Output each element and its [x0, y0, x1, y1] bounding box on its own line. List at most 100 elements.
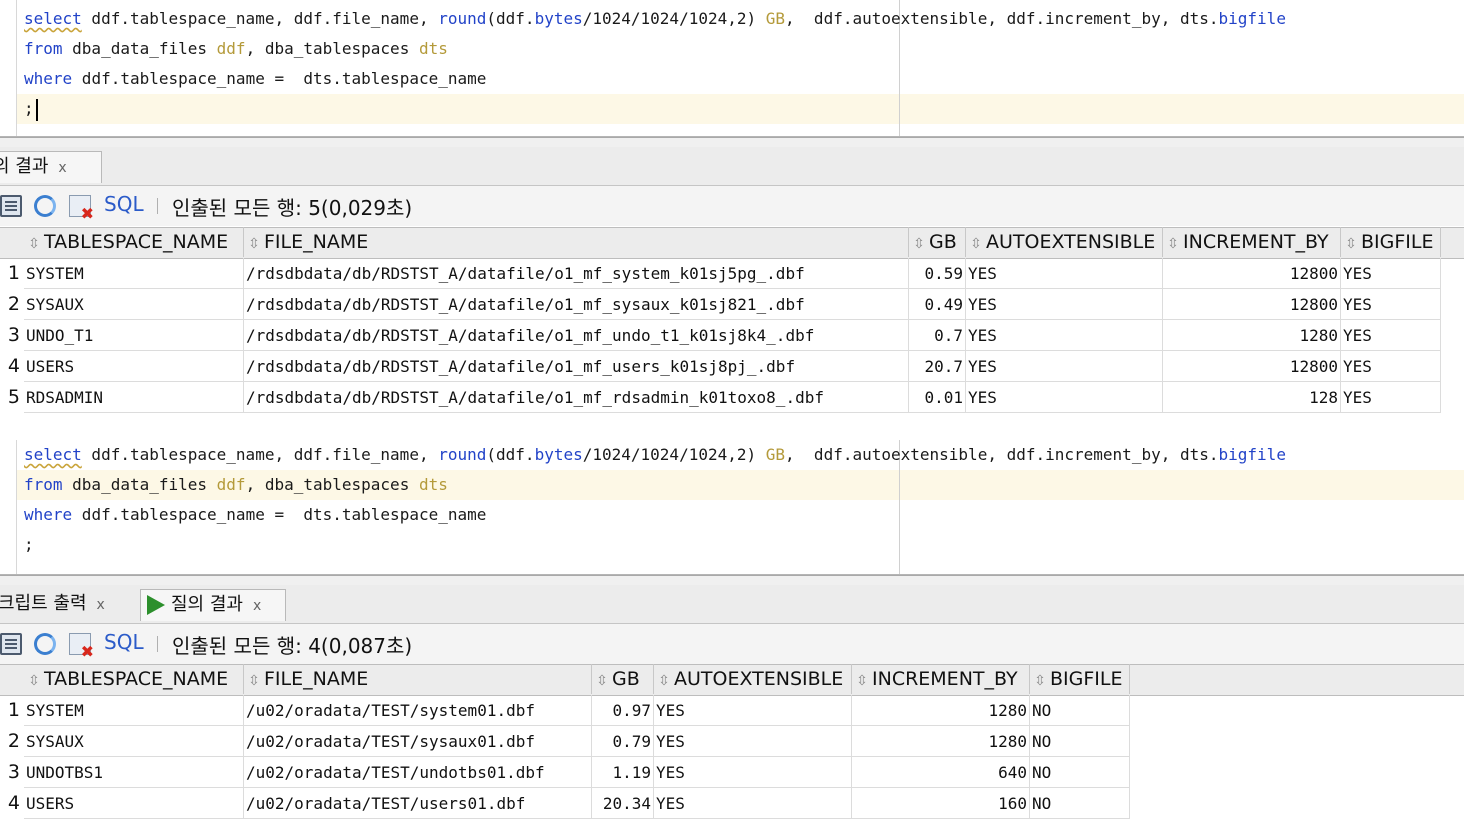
- refresh-icon[interactable]: [34, 195, 56, 217]
- text-caret: [35, 98, 38, 121]
- column-header-autoextensible[interactable]: ⇳ AUTOEXTENSIBLE: [966, 227, 1163, 257]
- cell-autoextensible[interactable]: YES: [966, 289, 1163, 320]
- cell-tablespace-name[interactable]: UNDO_T1: [24, 320, 244, 351]
- sort-icon[interactable]: ⇳: [1030, 666, 1050, 694]
- cell-bigfile[interactable]: YES: [1341, 382, 1441, 413]
- column-header-bigfile[interactable]: ⇳ BIGFILE: [1030, 664, 1130, 694]
- column-header-label: TABLESPACE_NAME: [44, 668, 229, 690]
- cell-bigfile[interactable]: YES: [1341, 320, 1441, 351]
- cell-file-name[interactable]: /rdsdbdata/db/RDSTST_A/datafile/o1_mf_un…: [244, 320, 909, 351]
- column-header-tablespace-name[interactable]: ⇳ TABLESPACE_NAME: [24, 227, 244, 257]
- cell-tablespace-name[interactable]: UNDOTBS1: [24, 757, 244, 788]
- cell-bigfile[interactable]: YES: [1341, 289, 1441, 320]
- cell-tablespace-name[interactable]: USERS: [24, 788, 244, 819]
- cell-gb[interactable]: 0.7: [909, 320, 966, 351]
- cell-increment-by[interactable]: 1280: [1163, 320, 1341, 351]
- cell-tablespace-name[interactable]: RDSADMIN: [24, 382, 244, 413]
- cell-gb[interactable]: 0.01: [909, 382, 966, 413]
- cell-autoextensible[interactable]: YES: [654, 788, 852, 819]
- column-header-gb[interactable]: ⇳ GB: [909, 227, 966, 257]
- cell-tablespace-name[interactable]: USERS: [24, 351, 244, 382]
- cell-gb[interactable]: 0.59: [909, 258, 966, 289]
- cell-autoextensible[interactable]: YES: [966, 258, 1163, 289]
- close-icon[interactable]: x: [97, 597, 105, 613]
- cell-tablespace-name[interactable]: SYSAUX: [24, 726, 244, 757]
- refresh-icon[interactable]: [34, 633, 56, 655]
- tab-script-output[interactable]: 크립트 출력 x: [0, 589, 136, 621]
- cell-increment-by[interactable]: 1280: [852, 695, 1030, 726]
- cell-file-name[interactable]: /u02/oradata/TEST/undotbs01.dbf: [244, 757, 592, 788]
- cell-increment-by[interactable]: 12800: [1163, 289, 1341, 320]
- delete-icon[interactable]: [69, 633, 94, 660]
- code-text: (ddf.: [486, 9, 535, 28]
- column-header-file-name[interactable]: ⇳ FILE_NAME: [244, 664, 592, 694]
- cell-gb[interactable]: 1.19: [592, 757, 654, 788]
- column-header-bigfile[interactable]: ⇳ BIGFILE: [1341, 227, 1441, 257]
- cell-bigfile[interactable]: NO: [1030, 788, 1130, 819]
- close-icon[interactable]: x: [58, 160, 66, 176]
- cell-tablespace-name[interactable]: SYSTEM: [24, 695, 244, 726]
- cell-file-name[interactable]: /u02/oradata/TEST/users01.dbf: [244, 788, 592, 819]
- tab-query-result[interactable]: 질의 결과 x: [140, 589, 286, 621]
- cell-bigfile[interactable]: NO: [1030, 695, 1130, 726]
- cell-file-name[interactable]: /rdsdbdata/db/RDSTST_A/datafile/o1_mf_rd…: [244, 382, 909, 413]
- cell-file-name[interactable]: /rdsdbdata/db/RDSTST_A/datafile/o1_mf_sy…: [244, 289, 909, 320]
- cell-gb[interactable]: 0.49: [909, 289, 966, 320]
- cell-autoextensible[interactable]: YES: [654, 757, 852, 788]
- cell-gb[interactable]: 0.79: [592, 726, 654, 757]
- cell-autoextensible[interactable]: YES: [966, 320, 1163, 351]
- cell-increment-by[interactable]: 640: [852, 757, 1030, 788]
- cell-bigfile[interactable]: NO: [1030, 726, 1130, 757]
- tab-query-result[interactable]: 의 결과 x: [0, 151, 102, 183]
- print-icon[interactable]: [0, 195, 22, 217]
- cell-autoextensible[interactable]: YES: [966, 351, 1163, 382]
- result-grid-1[interactable]: ⇳ TABLESPACE_NAME ⇳ FILE_NAME ⇳ GB ⇳ AUTOEXTENS…: [0, 227, 1464, 417]
- sort-icon[interactable]: ⇳: [1341, 229, 1361, 257]
- cell-file-name[interactable]: /u02/oradata/TEST/system01.dbf: [244, 695, 592, 726]
- sort-icon[interactable]: ⇳: [592, 666, 612, 694]
- cell-autoextensible[interactable]: YES: [654, 695, 852, 726]
- sort-icon[interactable]: ⇳: [966, 229, 986, 257]
- cell-gb[interactable]: 20.7: [909, 351, 966, 382]
- cell-tablespace-name[interactable]: SYSAUX: [24, 289, 244, 320]
- result-grid-2[interactable]: ⇳ TABLESPACE_NAME ⇳ FILE_NAME ⇳ GB ⇳ AUTOEXTENS…: [0, 664, 1464, 833]
- sort-icon[interactable]: ⇳: [1163, 229, 1183, 257]
- sql-button[interactable]: SQL: [104, 630, 144, 654]
- sql-editor-2[interactable]: select ddf.tablespace_name, ddf.file_nam…: [0, 440, 1464, 575]
- cell-gb[interactable]: 0.97: [592, 695, 654, 726]
- sort-icon[interactable]: ⇳: [244, 229, 264, 257]
- cell-autoextensible[interactable]: YES: [966, 382, 1163, 413]
- column-header-autoextensible[interactable]: ⇳ AUTOEXTENSIBLE: [654, 664, 852, 694]
- cell-file-name[interactable]: /rdsdbdata/db/RDSTST_A/datafile/o1_mf_us…: [244, 351, 909, 382]
- cell-gb[interactable]: 20.34: [592, 788, 654, 819]
- cell-bigfile[interactable]: YES: [1341, 258, 1441, 289]
- cell-file-name[interactable]: /rdsdbdata/db/RDSTST_A/datafile/o1_mf_sy…: [244, 258, 909, 289]
- column-header-increment-by[interactable]: ⇳ INCREMENT_BY: [1163, 227, 1341, 257]
- column-header-gb[interactable]: ⇳ GB: [592, 664, 654, 694]
- cell-autoextensible[interactable]: YES: [654, 726, 852, 757]
- sql-editor-1[interactable]: select ddf.tablespace_name, ddf.file_nam…: [0, 0, 1464, 137]
- toolbar-separator: [157, 636, 158, 652]
- sort-icon[interactable]: ⇳: [852, 666, 872, 694]
- cell-file-name[interactable]: /u02/oradata/TEST/sysaux01.dbf: [244, 726, 592, 757]
- cell-increment-by[interactable]: 1280: [852, 726, 1030, 757]
- cell-bigfile[interactable]: NO: [1030, 757, 1130, 788]
- cell-increment-by[interactable]: 12800: [1163, 351, 1341, 382]
- cell-increment-by[interactable]: 12800: [1163, 258, 1341, 289]
- sort-icon[interactable]: ⇳: [909, 229, 929, 257]
- column-header-file-name[interactable]: ⇳ FILE_NAME: [244, 227, 909, 257]
- cell-increment-by[interactable]: 128: [1163, 382, 1341, 413]
- sql-button[interactable]: SQL: [104, 192, 144, 216]
- sort-icon[interactable]: ⇳: [654, 666, 674, 694]
- cell-tablespace-name[interactable]: SYSTEM: [24, 258, 244, 289]
- sort-icon[interactable]: ⇳: [244, 666, 264, 694]
- cell-increment-by[interactable]: 160: [852, 788, 1030, 819]
- column-header-increment-by[interactable]: ⇳ INCREMENT_BY: [852, 664, 1030, 694]
- close-icon[interactable]: x: [253, 598, 261, 614]
- sort-icon[interactable]: ⇳: [24, 666, 44, 694]
- print-icon[interactable]: [0, 633, 22, 655]
- cell-bigfile[interactable]: YES: [1341, 351, 1441, 382]
- column-header-tablespace-name[interactable]: ⇳ TABLESPACE_NAME: [24, 664, 244, 694]
- sort-icon[interactable]: ⇳: [24, 229, 44, 257]
- delete-icon[interactable]: [69, 195, 94, 222]
